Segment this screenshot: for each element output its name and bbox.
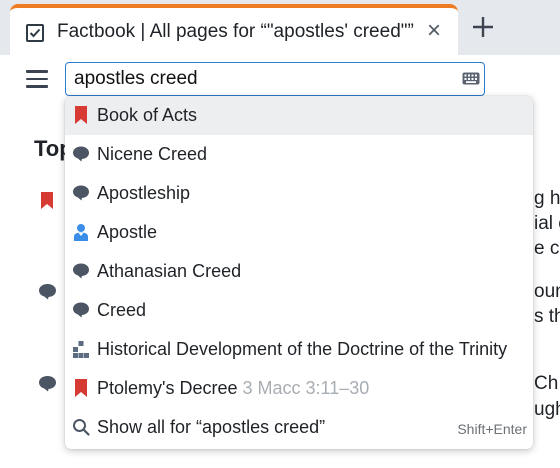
suggestion-label: Show all for “apostles creed” (97, 417, 326, 437)
search-box[interactable] (65, 62, 485, 96)
bookmark-icon (72, 106, 90, 124)
suggestion-reference: 3 Macc 3:11–30 (242, 378, 370, 398)
tab-bar: Factbook | All pages for “"apostles' cre… (0, 0, 560, 55)
suggestion-label: Ptolemy's Decree 3 Macc 3:11–30 (97, 378, 369, 399)
app-window: Factbook | All pages for “"apostles' cre… (0, 0, 560, 468)
search-icon (72, 418, 90, 436)
speech-bubble-icon (72, 184, 90, 202)
suggestion-item[interactable]: Ptolemy's Decree 3 Macc 3:11–30 (65, 369, 533, 408)
hierarchy-icon (72, 340, 90, 358)
search-input[interactable] (74, 66, 454, 92)
bookmark-icon (40, 191, 54, 215)
bookmark-icon (72, 379, 90, 397)
suggestion-item[interactable]: Athanasian Creed (65, 252, 533, 291)
search-suggestions-dropdown: Book of Acts Nicene Creed Apostleship Ap… (65, 96, 533, 449)
suggestion-label: Athanasian Creed (97, 261, 242, 281)
keyboard-shortcut-hint: Shift+Enter (457, 421, 527, 437)
page-text-fragment: Ch (534, 373, 559, 394)
show-all-results[interactable]: Show all for “apostles creed” Shift+Ente… (65, 408, 533, 447)
suggestion-label: Apostle (97, 222, 158, 242)
suggestion-title: Ptolemy's Decree (97, 378, 238, 398)
person-icon (72, 223, 90, 241)
suggestion-item[interactable]: Apostleship (65, 174, 533, 213)
speech-bubble-icon (72, 301, 90, 319)
page-text-fragment: ial e (534, 213, 560, 234)
suggestion-item[interactable]: Book of Acts (65, 96, 533, 135)
page-text-fragment: g h (534, 188, 560, 209)
suggestion-label: Book of Acts (97, 105, 198, 125)
keyboard-icon[interactable] (462, 72, 480, 85)
suggestion-label: Historical Development of the Doctrine o… (97, 339, 508, 359)
page-text-fragment: e ch (534, 238, 560, 259)
tab-title: Factbook | All pages for “"apostles' cre… (57, 21, 414, 42)
new-tab-icon[interactable] (470, 14, 496, 40)
page-text-fragment: ugh (534, 399, 560, 420)
active-tab[interactable]: Factbook | All pages for “"apostles' cre… (10, 4, 458, 55)
checkbox-icon (26, 24, 44, 42)
speech-bubble-icon (72, 145, 90, 163)
suggestion-item[interactable]: Historical Development of the Doctrine o… (65, 330, 533, 369)
speech-bubble-icon (38, 283, 57, 305)
speech-bubble-icon (38, 375, 57, 397)
page-text-fragment: s th (534, 306, 560, 327)
suggestion-item[interactable]: Creed (65, 291, 533, 330)
hamburger-menu-icon[interactable] (26, 70, 48, 88)
suggestion-label: Apostleship (97, 183, 191, 203)
suggestion-label: Creed (97, 300, 147, 320)
suggestion-item[interactable]: Nicene Creed (65, 135, 533, 174)
page-text-fragment: ounc (534, 281, 560, 302)
close-tab-icon[interactable]: × (422, 19, 446, 44)
suggestion-label: Nicene Creed (97, 144, 208, 164)
suggestion-item[interactable]: Apostle (65, 213, 533, 252)
speech-bubble-icon (72, 262, 90, 280)
